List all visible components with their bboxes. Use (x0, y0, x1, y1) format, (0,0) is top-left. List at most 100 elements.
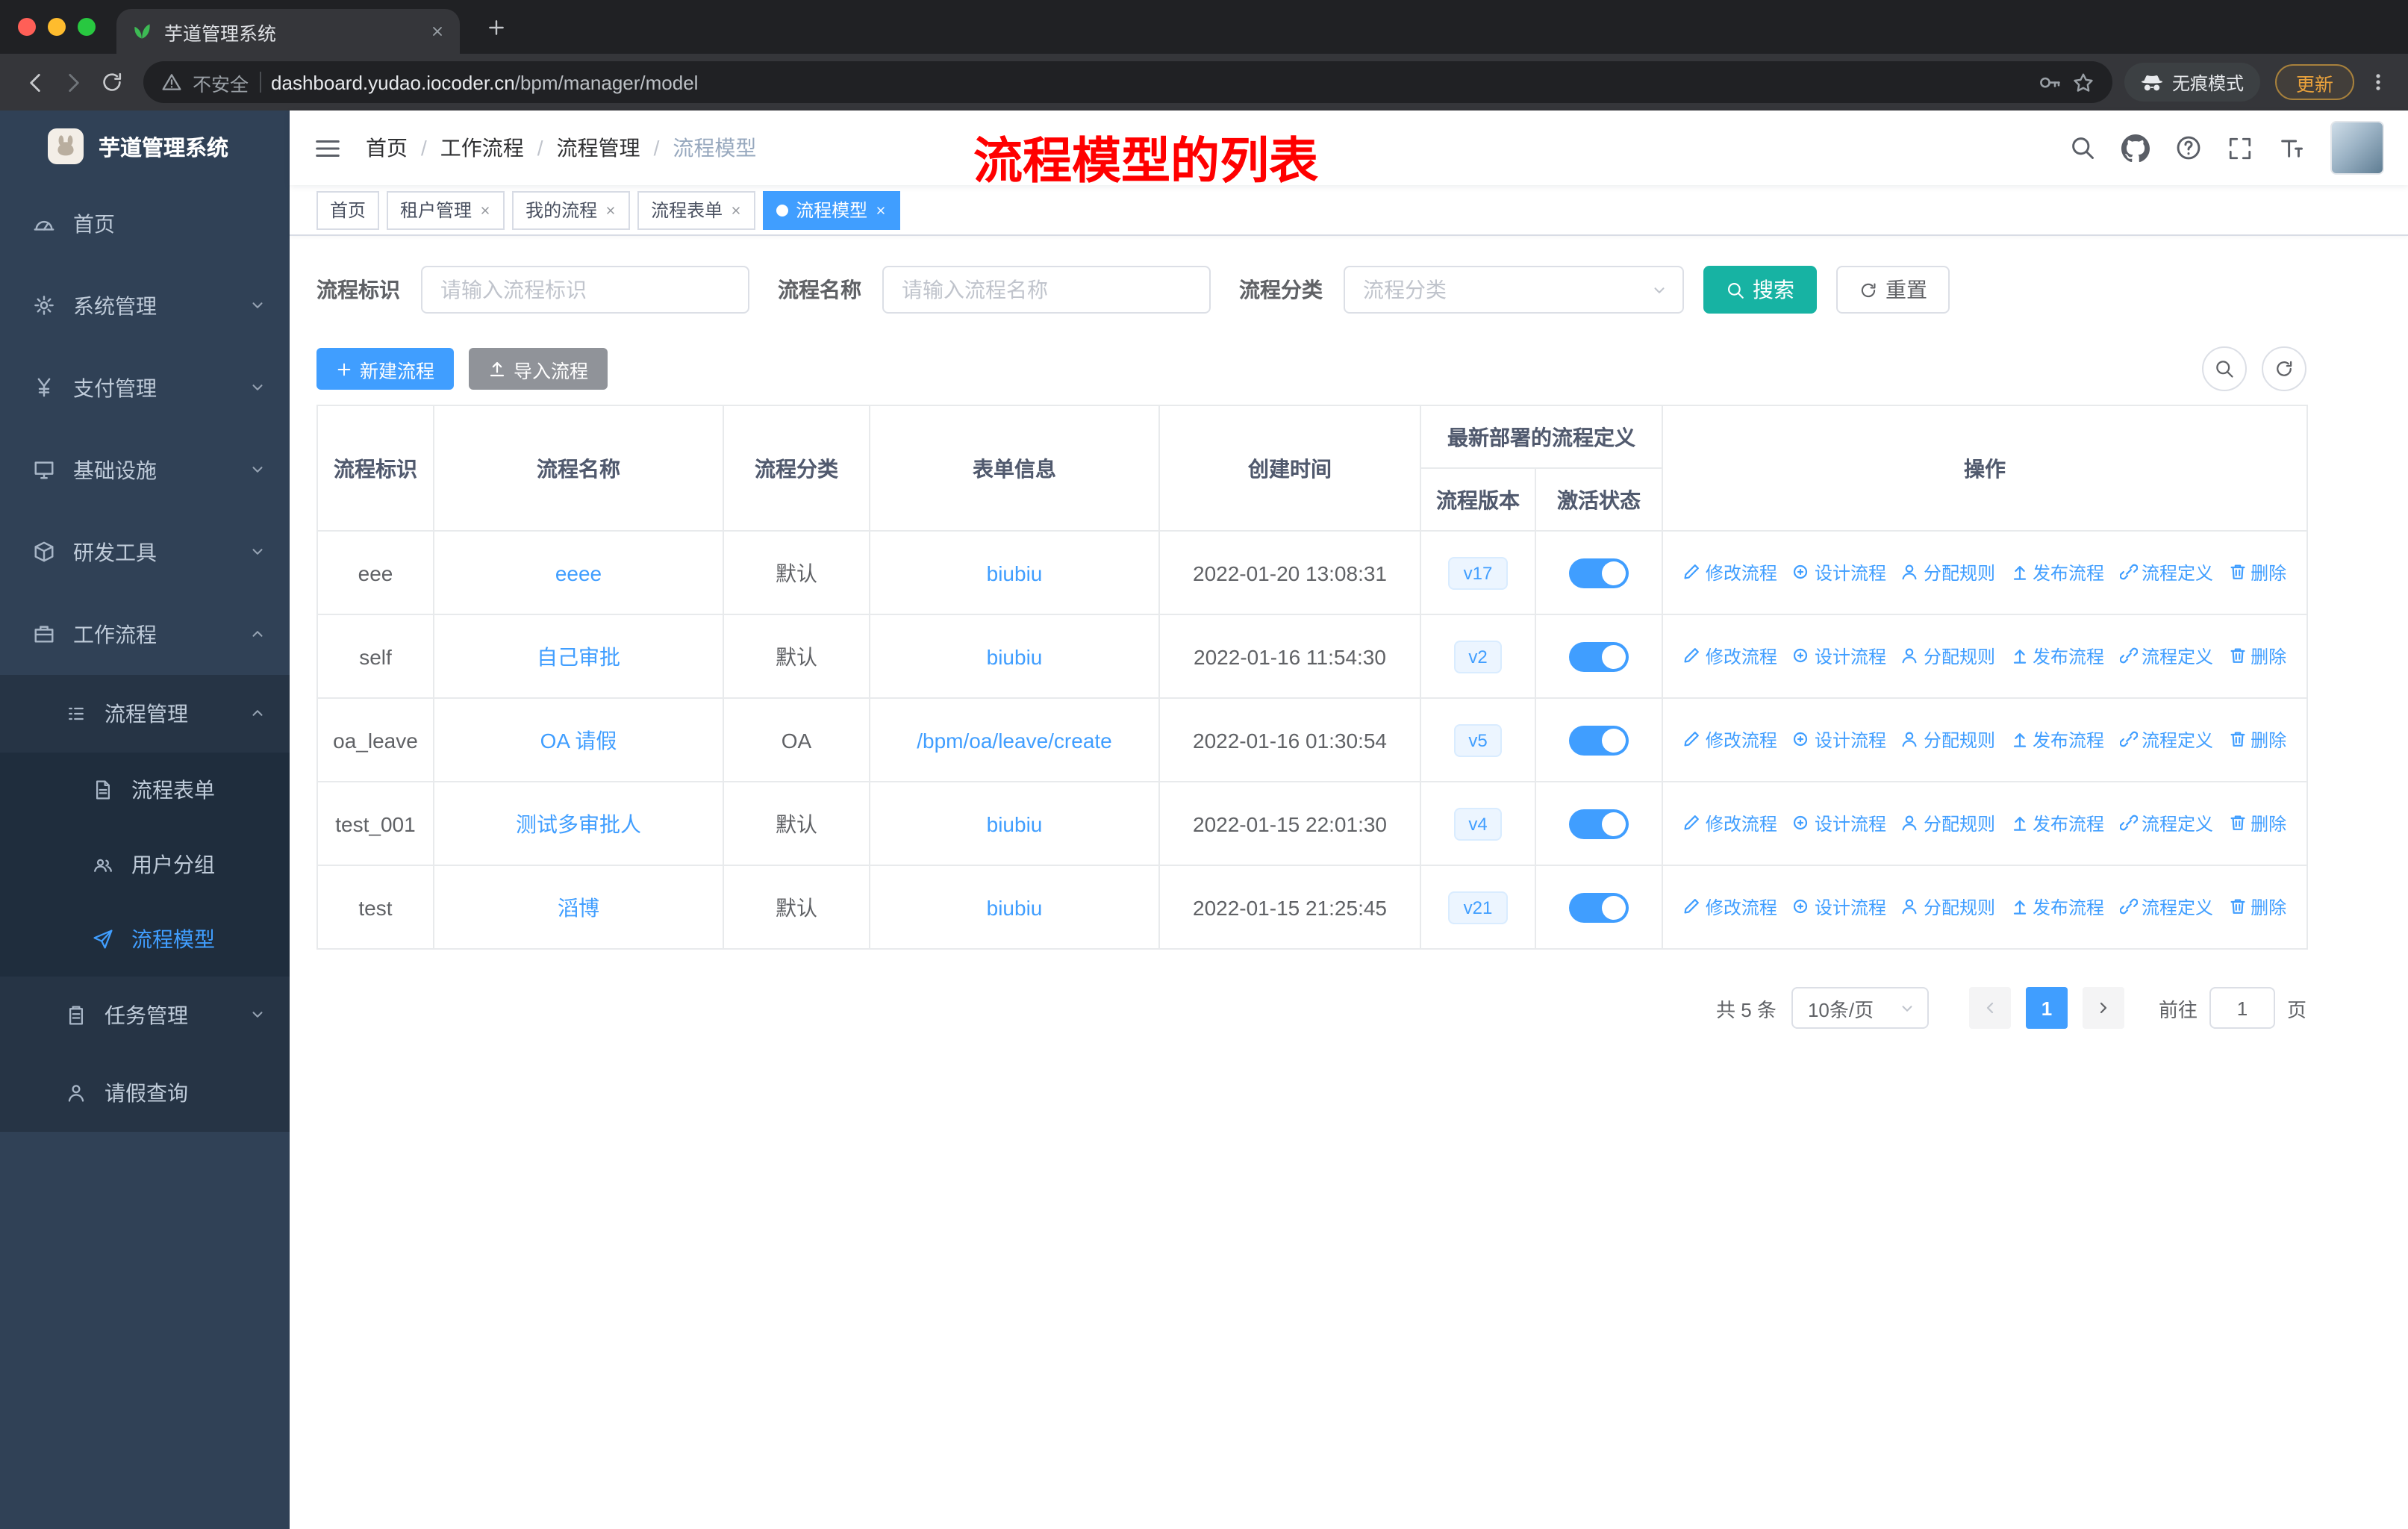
page-size-select[interactable]: 10条/页 (1791, 987, 1929, 1029)
view-tag-0[interactable]: 首页 (316, 190, 380, 229)
browser-menu-icon[interactable] (2363, 63, 2393, 102)
active-status-toggle[interactable] (1569, 641, 1629, 671)
action-edit[interactable]: 修改流程 (1683, 560, 1777, 585)
action-design[interactable]: 设计流程 (1792, 644, 1886, 669)
sidebar-item-2[interactable]: 支付管理 (0, 346, 290, 429)
action-publish[interactable]: 发布流程 (2010, 727, 2104, 753)
sidebar-item-8[interactable]: 用户分组 (0, 827, 290, 902)
action-definition[interactable]: 流程定义 (2119, 894, 2213, 920)
action-publish[interactable]: 发布流程 (2010, 811, 2104, 836)
sidebar-item-11[interactable]: 请假查询 (0, 1054, 290, 1132)
prev-page-button[interactable] (1968, 987, 2011, 1029)
process-name-link[interactable]: 滔博 (558, 895, 599, 919)
action-definition[interactable]: 流程定义 (2119, 644, 2213, 669)
action-design[interactable]: 设计流程 (1792, 811, 1886, 836)
action-edit[interactable]: 修改流程 (1683, 644, 1777, 669)
action-publish[interactable]: 发布流程 (2010, 894, 2104, 920)
sidebar-item-9[interactable]: 流程模型 (0, 902, 290, 977)
user-avatar[interactable] (2330, 121, 2384, 175)
sidebar-item-3[interactable]: 基础设施 (0, 429, 290, 511)
active-status-toggle[interactable] (1569, 809, 1629, 838)
action-definition[interactable]: 流程定义 (2119, 727, 2213, 753)
action-delete[interactable]: 删除 (2228, 811, 2286, 836)
search-icon[interactable] (2069, 134, 2096, 161)
goto-page-input[interactable] (2209, 987, 2275, 1029)
sidebar-item-0[interactable]: 首页 (0, 182, 290, 264)
action-edit[interactable]: 修改流程 (1683, 894, 1777, 920)
tab-close-icon[interactable] (430, 24, 445, 39)
view-tag-1[interactable]: 租户管理 (387, 190, 505, 229)
toggle-search-button[interactable] (2202, 346, 2247, 391)
hamburger-icon[interactable] (314, 134, 342, 162)
action-delete[interactable]: 删除 (2228, 727, 2286, 753)
sidebar-item-5[interactable]: 工作流程 (0, 593, 290, 675)
close-icon[interactable] (875, 204, 887, 216)
reload-button[interactable] (93, 63, 131, 102)
breadcrumb-item-2[interactable]: 流程管理 (557, 133, 640, 163)
form-info-link[interactable]: biubiu (987, 561, 1043, 585)
action-delete[interactable]: 删除 (2228, 560, 2286, 585)
close-icon[interactable] (479, 204, 491, 216)
process-category-select[interactable]: 流程分类 (1344, 266, 1684, 314)
search-button[interactable]: 搜索 (1703, 266, 1817, 314)
action-assign[interactable]: 分配规则 (1901, 894, 1995, 920)
action-delete[interactable]: 删除 (2228, 894, 2286, 920)
sidebar-item-10[interactable]: 任务管理 (0, 977, 290, 1054)
create-process-button[interactable]: 新建流程 (316, 348, 455, 390)
process-id-input[interactable] (421, 266, 749, 314)
new-tab-button[interactable] (481, 12, 511, 42)
bookmark-star-icon[interactable] (2072, 71, 2094, 93)
active-status-toggle[interactable] (1569, 558, 1629, 588)
action-publish[interactable]: 发布流程 (2010, 560, 2104, 585)
process-name-link[interactable]: OA 请假 (540, 728, 617, 752)
action-edit[interactable]: 修改流程 (1683, 727, 1777, 753)
zoom-window-button[interactable] (78, 18, 96, 36)
action-design[interactable]: 设计流程 (1792, 727, 1886, 753)
form-info-link[interactable]: /bpm/oa/leave/create (917, 728, 1112, 752)
sidebar-item-4[interactable]: 研发工具 (0, 511, 290, 593)
close-icon[interactable] (730, 204, 742, 216)
process-name-link[interactable]: 自己审批 (537, 644, 620, 668)
action-design[interactable]: 设计流程 (1792, 560, 1886, 585)
action-definition[interactable]: 流程定义 (2119, 560, 2213, 585)
active-status-toggle[interactable] (1569, 892, 1629, 922)
action-assign[interactable]: 分配规则 (1901, 727, 1995, 753)
import-process-button[interactable]: 导入流程 (469, 348, 608, 390)
breadcrumb-item-1[interactable]: 工作流程 (440, 133, 524, 163)
close-icon[interactable] (605, 204, 617, 216)
view-tag-2[interactable]: 我的流程 (512, 190, 631, 229)
page-number-button[interactable]: 1 (2025, 987, 2068, 1029)
action-delete[interactable]: 删除 (2228, 644, 2286, 669)
action-design[interactable]: 设计流程 (1792, 894, 1886, 920)
process-name-link[interactable]: 测试多审批人 (516, 812, 641, 835)
form-info-link[interactable]: biubiu (987, 812, 1043, 835)
browser-tab[interactable]: 芋道管理系统 (116, 9, 460, 54)
close-window-button[interactable] (18, 18, 36, 36)
github-icon[interactable] (2121, 134, 2150, 162)
process-name-input[interactable] (882, 266, 1211, 314)
minimize-window-button[interactable] (48, 18, 66, 36)
reset-button[interactable]: 重置 (1836, 266, 1950, 314)
forward-button[interactable] (54, 63, 93, 102)
view-tag-3[interactable]: 流程表单 (637, 190, 756, 229)
fullscreen-icon[interactable] (2227, 135, 2253, 161)
active-status-toggle[interactable] (1569, 725, 1629, 755)
form-info-link[interactable]: biubiu (987, 895, 1043, 919)
action-assign[interactable]: 分配规则 (1901, 811, 1995, 836)
sidebar-item-7[interactable]: 流程表单 (0, 753, 290, 827)
font-size-icon[interactable] (2278, 134, 2305, 161)
refresh-table-button[interactable] (2262, 346, 2306, 391)
next-page-button[interactable] (2082, 987, 2124, 1029)
action-assign[interactable]: 分配规则 (1901, 644, 1995, 669)
browser-update-button[interactable]: 更新 (2274, 64, 2354, 100)
breadcrumb-item-0[interactable]: 首页 (366, 133, 408, 163)
form-info-link[interactable]: biubiu (987, 644, 1043, 668)
view-tag-4[interactable]: 流程模型 (763, 190, 901, 229)
action-definition[interactable]: 流程定义 (2119, 811, 2213, 836)
process-name-link[interactable]: eeee (555, 561, 602, 585)
back-button[interactable] (15, 63, 54, 102)
address-bar[interactable]: 不安全 dashboard.yudao.iocoder.cn/bpm/manag… (143, 61, 2112, 103)
help-icon[interactable] (2175, 134, 2202, 161)
action-assign[interactable]: 分配规则 (1901, 560, 1995, 585)
sidebar-item-6[interactable]: 流程管理 (0, 675, 290, 753)
